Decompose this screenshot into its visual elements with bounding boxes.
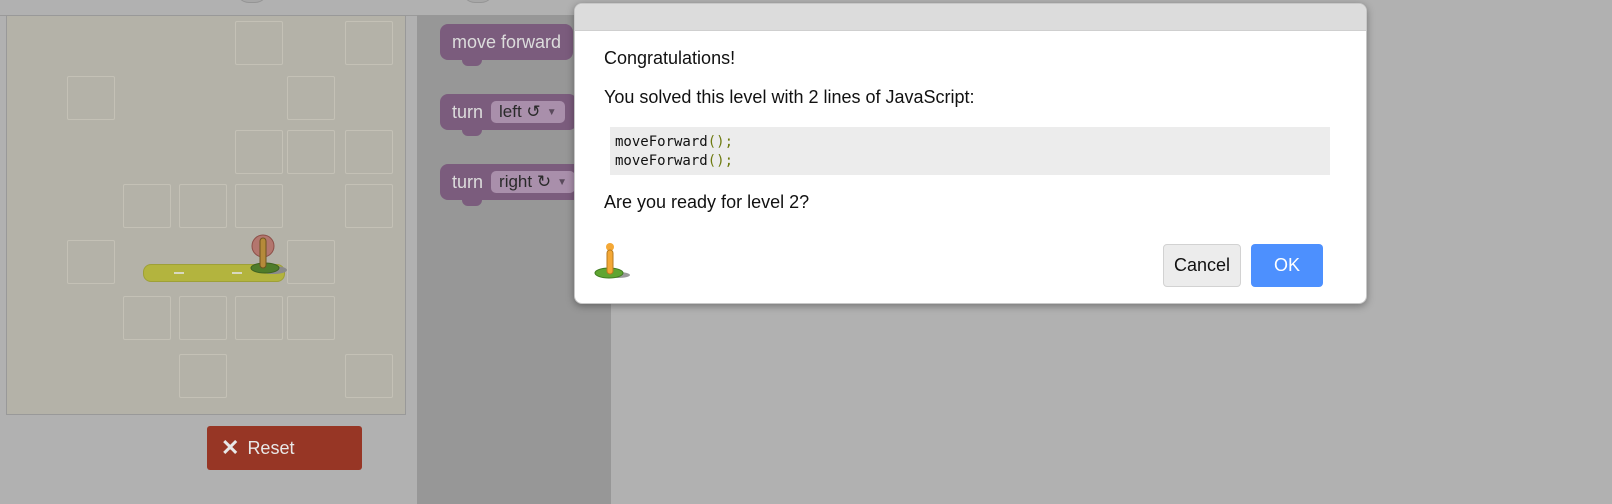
maze-tile <box>123 296 171 340</box>
congratulations-dialog: Congratulations! You solved this level w… <box>574 3 1367 304</box>
code-block: moveForward(); moveForward(); <box>610 127 1330 175</box>
close-icon: ✕ <box>221 435 240 460</box>
code-line: moveForward(); <box>615 153 734 169</box>
dropdown-value: right ↻ <box>499 172 552 191</box>
maze-tile <box>287 240 335 284</box>
maze-tile <box>235 130 283 174</box>
block-label: turn <box>452 101 484 122</box>
maze-tile <box>235 296 283 340</box>
maze-tile <box>345 130 393 174</box>
maze-tile <box>345 354 393 398</box>
dialog-summary: You solved this level with 2 lines of Ja… <box>604 87 975 107</box>
dropdown-arrow-icon: ▼ <box>546 106 557 118</box>
top-control-icon[interactable] <box>236 0 268 3</box>
block-label: turn <box>452 171 484 192</box>
ok-button[interactable]: OK <box>1251 244 1323 287</box>
maze-tile <box>345 21 393 65</box>
dialog-titlebar[interactable] <box>575 4 1366 31</box>
maze-tile <box>235 184 283 228</box>
maze-tile <box>235 21 283 65</box>
maze-tile <box>287 296 335 340</box>
dialog-question: Are you ready for level 2? <box>604 192 810 212</box>
block-label: move forward <box>452 31 562 52</box>
top-control-icon[interactable] <box>462 0 494 3</box>
turn-left-block[interactable]: turn left ↺ ▼ <box>440 94 577 136</box>
dialog-heading: Congratulations! <box>604 48 736 68</box>
maze-tile <box>179 296 227 340</box>
maze-tile <box>179 184 227 228</box>
pegman-icon <box>590 242 636 287</box>
direction-dropdown[interactable]: right ↻ ▼ <box>491 171 575 193</box>
maze-tile <box>179 354 227 398</box>
reset-label: Reset <box>247 437 295 458</box>
maze-tile <box>123 184 171 228</box>
maze-tile <box>345 184 393 228</box>
maze-tile <box>287 130 335 174</box>
reset-button[interactable]: ✕ Reset <box>207 426 362 470</box>
direction-dropdown[interactable]: left ↺ ▼ <box>491 101 565 123</box>
move-forward-block[interactable]: move forward <box>440 24 574 66</box>
maze-tile <box>67 76 115 120</box>
pegman-marker-icon <box>243 232 293 283</box>
maze-canvas <box>6 15 406 415</box>
cancel-button[interactable]: Cancel <box>1163 244 1241 287</box>
maze-tile <box>287 76 335 120</box>
code-line: moveForward(); <box>615 134 734 150</box>
turn-right-block[interactable]: turn right ↻ ▼ <box>440 164 587 206</box>
dropdown-arrow-icon: ▼ <box>557 176 567 188</box>
maze-tile <box>67 240 115 284</box>
dropdown-value: left ↺ <box>499 102 541 121</box>
